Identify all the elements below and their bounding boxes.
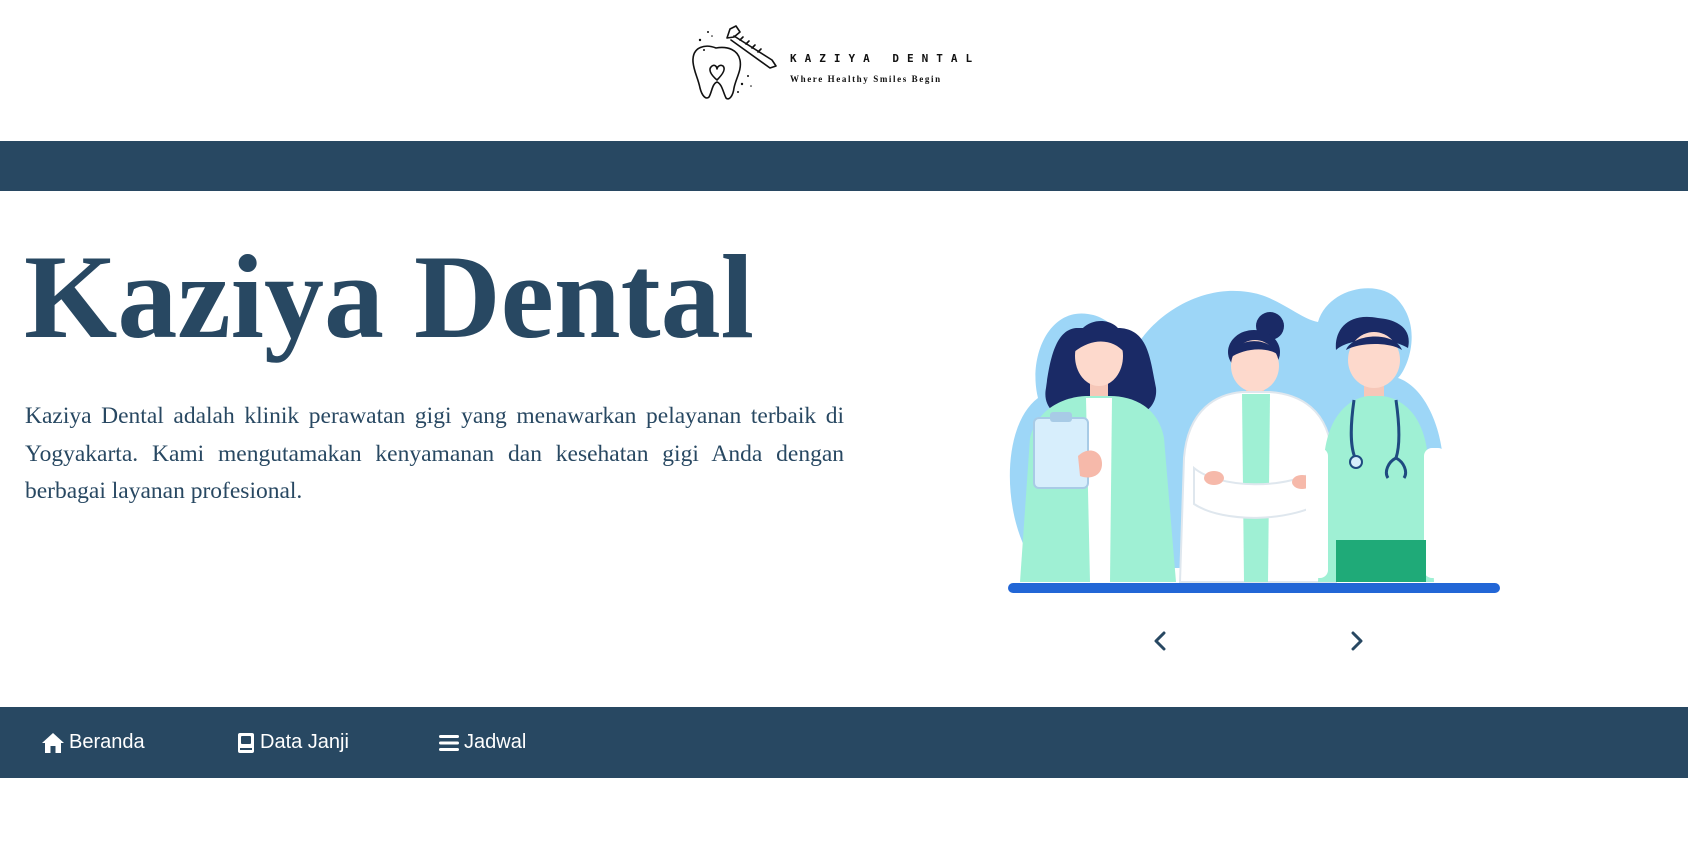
logo-name: KAZIYA DENTAL xyxy=(790,52,981,65)
hero-description: Kaziya Dental adalah klinik perawatan gi… xyxy=(25,403,844,504)
book-icon xyxy=(238,732,254,753)
nav-item-label: Jadwal xyxy=(464,731,527,753)
chevron-right-icon xyxy=(1351,631,1363,651)
logo-header: KAZIYA DENTAL Where Healthy Smiles Begin xyxy=(0,0,1688,141)
chevron-left-icon xyxy=(1154,631,1166,651)
main-navbar: Beranda Data Janji Jadwal xyxy=(0,707,1688,778)
tooth-logo-icon xyxy=(692,25,777,100)
logo-tagline: Where Healthy Smiles Begin xyxy=(790,74,942,84)
carousel-prev-button[interactable] xyxy=(1145,626,1175,656)
menu-icon xyxy=(439,734,459,751)
home-icon xyxy=(42,732,64,753)
brand-logo[interactable]: KAZIYA DENTAL Where Healthy Smiles Begin xyxy=(690,22,1010,104)
nav-item-label: Beranda xyxy=(69,731,145,753)
nav-item-jadwal[interactable]: Jadwal xyxy=(438,707,526,778)
top-banner-bar xyxy=(0,141,1688,191)
hero-title: Kaziya Dental xyxy=(24,230,754,363)
carousel-next-button[interactable] xyxy=(1342,626,1372,656)
nav-item-label: Data Janji xyxy=(260,731,349,753)
nav-item-beranda[interactable]: Beranda xyxy=(41,707,145,778)
doctors-illustration xyxy=(998,278,1510,598)
nav-item-data-janji[interactable]: Data Janji xyxy=(236,707,349,778)
